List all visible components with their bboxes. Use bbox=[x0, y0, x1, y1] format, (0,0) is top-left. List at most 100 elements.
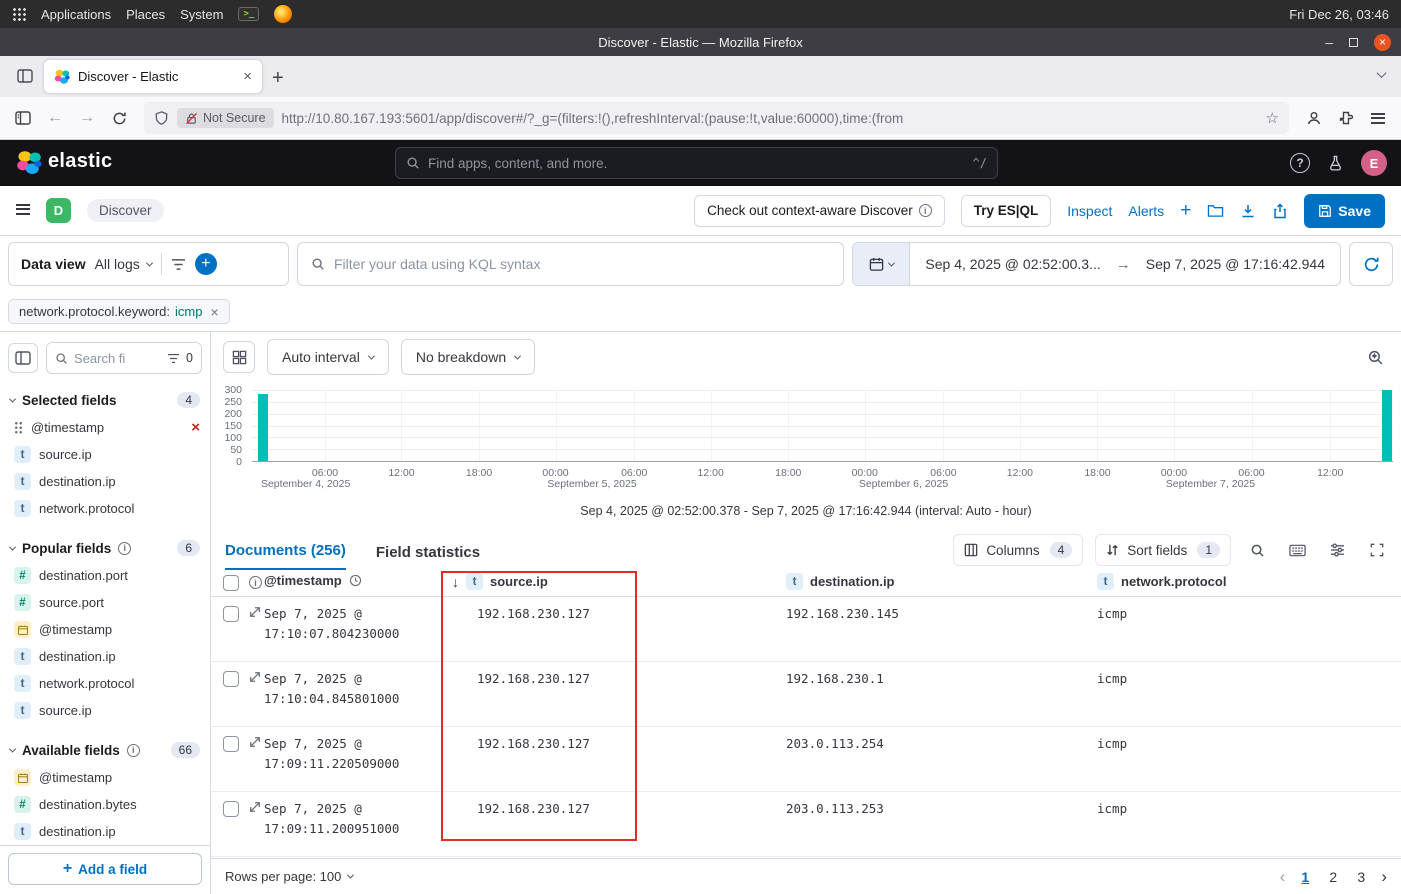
field-item[interactable]: #source.port bbox=[0, 589, 210, 616]
chart-options-icon[interactable] bbox=[1359, 341, 1391, 373]
date-from[interactable]: Sep 4, 2025 @ 02:52:00.3... bbox=[910, 256, 1115, 272]
add-filter-button[interactable]: + bbox=[195, 253, 217, 275]
cell-timestamp[interactable]: Sep 7, 2025 @17:09:11.220509000 bbox=[264, 734, 399, 774]
column-header-destination-ip[interactable]: t destination.ip bbox=[786, 573, 895, 590]
cell-timestamp[interactable]: Sep 7, 2025 @17:10:04.845801000 bbox=[264, 669, 399, 709]
sort-desc-icon[interactable]: ↓ bbox=[452, 574, 459, 590]
menu-icon[interactable] bbox=[1363, 103, 1393, 133]
previous-page-icon[interactable]: ‹ bbox=[1280, 868, 1286, 885]
url-text[interactable]: http://10.80.167.193:5601/app/discover#/… bbox=[282, 111, 1258, 126]
user-avatar[interactable]: E bbox=[1361, 150, 1387, 176]
firefox-view-icon[interactable] bbox=[10, 61, 40, 91]
expand-row-icon[interactable] bbox=[249, 671, 261, 683]
inspect-link[interactable]: Inspect bbox=[1067, 203, 1112, 219]
cell-timestamp[interactable]: Sep 7, 2025 @17:10:07.804230000 bbox=[264, 604, 399, 644]
next-page-icon[interactable]: › bbox=[1381, 868, 1387, 885]
field-item[interactable]: tsource.ip bbox=[0, 441, 210, 468]
cell-destination-ip[interactable]: 203.0.113.253 bbox=[786, 799, 884, 819]
search-icon[interactable] bbox=[1243, 536, 1271, 564]
display-options-icon[interactable] bbox=[1323, 536, 1351, 564]
menu-system[interactable]: System bbox=[180, 7, 223, 22]
back-icon[interactable]: ← bbox=[40, 103, 70, 133]
cell-network-protocol[interactable]: icmp bbox=[1097, 734, 1127, 754]
filter-lines-icon[interactable] bbox=[171, 258, 186, 271]
rows-per-page-button[interactable]: Rows per page: 100 bbox=[225, 869, 353, 884]
field-filter-icon[interactable] bbox=[167, 353, 180, 364]
columns-button[interactable]: Columns 4 bbox=[953, 534, 1083, 566]
date-to[interactable]: Sep 7, 2025 @ 17:16:42.944 bbox=[1131, 256, 1340, 272]
histogram[interactable] bbox=[252, 390, 1393, 462]
list-tabs-icon[interactable] bbox=[1378, 65, 1385, 83]
page-button-2[interactable]: 2 bbox=[1325, 869, 1341, 885]
cell-timestamp[interactable]: Sep 7, 2025 @17:09:11.200951000 bbox=[264, 799, 399, 839]
collapse-sidebar-button[interactable] bbox=[8, 343, 38, 373]
expand-row-icon[interactable] bbox=[249, 606, 261, 618]
remove-field-icon[interactable]: × bbox=[191, 420, 200, 435]
cell-network-protocol[interactable]: icmp bbox=[1097, 799, 1127, 819]
field-item[interactable]: tsource.ip bbox=[0, 697, 210, 724]
cell-destination-ip[interactable]: 203.0.113.254 bbox=[786, 734, 884, 754]
desktop-clock[interactable]: Fri Dec 26, 03:46 bbox=[1289, 7, 1389, 22]
save-button[interactable]: Save bbox=[1304, 194, 1385, 228]
field-item[interactable]: tnetwork.protocol bbox=[0, 670, 210, 697]
available-fields-header[interactable]: Available fields i 66 bbox=[0, 736, 210, 764]
column-header-timestamp[interactable]: @timestamp bbox=[264, 573, 362, 588]
cell-source-ip[interactable]: 192.168.230.127 bbox=[477, 604, 590, 624]
interval-button[interactable]: Auto interval bbox=[267, 339, 389, 375]
new-tab-icon[interactable]: + bbox=[272, 68, 284, 88]
sidebar-toggle-icon[interactable] bbox=[8, 103, 38, 133]
restore-icon[interactable] bbox=[1349, 38, 1358, 47]
selected-fields-header[interactable]: Selected fields 4 bbox=[0, 386, 210, 414]
data-view-button[interactable]: All logs bbox=[95, 256, 152, 272]
select-all-checkbox[interactable] bbox=[223, 575, 239, 591]
cell-destination-ip[interactable]: 192.168.230.1 bbox=[786, 669, 884, 689]
field-item[interactable]: tdestination.ip bbox=[0, 468, 210, 495]
expand-row-icon[interactable] bbox=[249, 736, 261, 748]
expand-row-icon[interactable] bbox=[249, 801, 261, 813]
field-search-input[interactable] bbox=[74, 351, 161, 366]
menu-places[interactable]: Places bbox=[126, 7, 165, 22]
share-icon[interactable] bbox=[1272, 203, 1288, 219]
elastic-logo[interactable] bbox=[16, 150, 42, 176]
shield-icon[interactable] bbox=[154, 110, 169, 126]
row-checkbox[interactable] bbox=[223, 736, 239, 752]
cell-destination-ip[interactable]: 192.168.230.145 bbox=[786, 604, 899, 624]
tab-close-icon[interactable]: × bbox=[243, 68, 252, 85]
alerts-link[interactable]: Alerts bbox=[1128, 203, 1164, 219]
apps-grid-icon[interactable] bbox=[12, 7, 26, 21]
cell-source-ip[interactable]: 192.168.230.127 bbox=[477, 734, 590, 754]
column-header-source-ip[interactable]: ↓ t source.ip bbox=[452, 573, 548, 590]
column-header-network-protocol[interactable]: t network.protocol bbox=[1097, 573, 1226, 590]
extensions-icon[interactable] bbox=[1331, 103, 1361, 133]
nav-menu-icon[interactable] bbox=[16, 202, 30, 220]
histogram-bar[interactable] bbox=[1382, 390, 1392, 461]
global-search[interactable]: ^/ bbox=[395, 147, 998, 179]
forward-icon[interactable]: → bbox=[72, 103, 102, 133]
histogram-bar[interactable] bbox=[258, 394, 268, 461]
kql-input[interactable] bbox=[334, 256, 830, 272]
cell-network-protocol[interactable]: icmp bbox=[1097, 669, 1127, 689]
filter-pill[interactable]: network.protocol.keyword:icmp× bbox=[8, 299, 230, 324]
field-item[interactable]: @timestamp× bbox=[0, 414, 210, 441]
reload-icon[interactable] bbox=[104, 103, 134, 133]
keyboard-icon[interactable] bbox=[1283, 536, 1311, 564]
breakdown-button[interactable]: No breakdown bbox=[401, 339, 535, 375]
row-checkbox[interactable] bbox=[223, 671, 239, 687]
not-secure-badge[interactable]: Not Secure bbox=[177, 108, 274, 128]
add-field-button[interactable]: + Add a field bbox=[8, 853, 202, 885]
chart-toggle-button[interactable] bbox=[223, 341, 255, 373]
tab-field-statistics[interactable]: Field statistics bbox=[376, 544, 480, 570]
browser-tab[interactable]: Discover - Elastic × bbox=[44, 60, 262, 93]
url-bar[interactable]: Not Secure http://10.80.167.193:5601/app… bbox=[144, 102, 1289, 134]
field-item[interactable]: @timestamp bbox=[0, 764, 210, 791]
open-folder-icon[interactable] bbox=[1207, 203, 1224, 218]
field-item[interactable]: tdestination.ip bbox=[0, 818, 210, 845]
fullscreen-icon[interactable] bbox=[1363, 536, 1391, 564]
space-badge[interactable]: D bbox=[46, 198, 71, 223]
firefox-icon[interactable] bbox=[274, 5, 292, 23]
help-icon[interactable]: ? bbox=[1290, 153, 1310, 173]
close-icon[interactable]: × bbox=[1374, 34, 1391, 51]
breadcrumb[interactable]: Discover bbox=[87, 199, 164, 222]
download-icon[interactable] bbox=[1240, 203, 1256, 219]
field-item[interactable]: tnetwork.protocol bbox=[0, 495, 210, 522]
